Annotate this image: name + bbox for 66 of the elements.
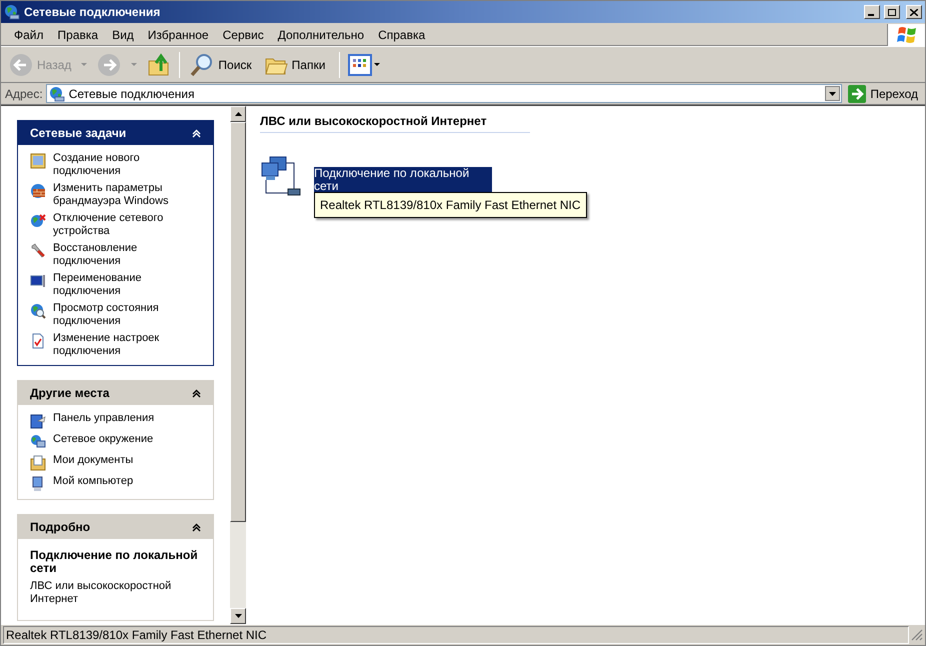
menu-item[interactable]: Файл: [7, 26, 51, 44]
network-globe-icon: [30, 434, 46, 450]
window-icon: [4, 4, 20, 20]
scrollbar[interactable]: [230, 106, 246, 624]
status-text: Realtek RTL8139/810x Family Fast Ethernet NIC: [3, 626, 909, 644]
task-link[interactable]: Переименование подключения: [53, 272, 201, 298]
group-title: Подробно: [30, 519, 90, 536]
group-header[interactable]: Другие места: [18, 381, 213, 405]
task-link[interactable]: Изменение настроек подключения: [53, 332, 201, 358]
views-icon: [348, 54, 372, 76]
dropdown-button[interactable]: [825, 86, 840, 101]
details-description: ЛВС или высокоскоростной Интернет: [30, 580, 172, 606]
task-link[interactable]: Просмотр состояния подключения: [53, 302, 201, 328]
arrow-right-icon: [848, 84, 866, 102]
go-button[interactable]: Переход: [845, 84, 921, 102]
window-title: Сетевые подключения: [24, 4, 162, 21]
task-link[interactable]: Панель управления: [53, 412, 201, 425]
brick-wall-icon: [30, 183, 46, 199]
task-link[interactable]: Создание нового подключения: [53, 152, 201, 178]
task-link[interactable]: Сетевое окружение: [53, 433, 201, 446]
group-header[interactable]: Сетевые задачи: [18, 121, 213, 145]
menu-item[interactable]: Дополнительно: [270, 26, 372, 44]
menu-item[interactable]: Правка: [50, 26, 106, 44]
connection-label[interactable]: Подключение по локальной сети: [314, 167, 492, 193]
menu-item[interactable]: Справка: [371, 26, 432, 44]
tooltip: Realtek RTL8139/810x Family Fast Ethernet NIC: [314, 192, 587, 218]
views-button[interactable]: [348, 54, 380, 76]
close-button[interactable]: [906, 5, 922, 19]
minimize-button[interactable]: [864, 5, 880, 19]
task-link[interactable]: Отключение сетевого устройства: [53, 212, 201, 238]
toolbar-button[interactable]: Поиск: [188, 52, 254, 76]
menu-item[interactable]: Избранное: [140, 26, 216, 44]
globe-cross-icon: [30, 213, 46, 229]
wizard-icon: [30, 153, 46, 169]
task-link[interactable]: Мой компьютер: [53, 475, 201, 488]
dropdown-icon: [374, 62, 380, 66]
maximize-button[interactable]: [884, 5, 900, 19]
folder-documents-icon: [30, 455, 46, 471]
address-field[interactable]: Сетевые подключения: [46, 84, 842, 103]
globe-magnifier-icon: [30, 303, 46, 319]
group-header[interactable]: Подробно: [18, 515, 213, 539]
monitor-icon: [30, 273, 46, 289]
resize-grip-icon[interactable]: [911, 629, 923, 641]
menu-item[interactable]: Сервис: [216, 26, 271, 44]
caret-down-icon: [829, 92, 836, 96]
details-name: Подключение по локальной сети: [30, 549, 199, 575]
menu-item[interactable]: Вид: [105, 26, 141, 44]
close-icon: [910, 8, 918, 16]
scroll-up-icon[interactable]: [234, 112, 242, 116]
network-icon: [48, 86, 65, 102]
task-link[interactable]: Мои документы: [53, 454, 201, 467]
control-panel-icon: [30, 413, 46, 429]
address-label: Адрес:: [5, 86, 43, 102]
maximize-icon: [888, 8, 896, 16]
task-link[interactable]: Изменить параметры брандмауэра Windows: [53, 182, 201, 208]
group-title: Другие места: [30, 385, 110, 402]
search-icon: [190, 52, 214, 76]
group-heading: ЛВС или высокоскоростной Интернет: [260, 112, 530, 133]
scroll-down-icon[interactable]: [234, 614, 242, 618]
collapse-icon[interactable]: [192, 522, 201, 532]
document-check-icon: [30, 333, 46, 349]
wrench-icon: [30, 243, 46, 259]
task-link[interactable]: Восстановление подключения: [53, 242, 201, 268]
collapse-icon[interactable]: [192, 388, 201, 398]
group-title: Сетевые задачи: [30, 125, 126, 142]
toolbar-button[interactable]: Папки: [262, 52, 328, 76]
